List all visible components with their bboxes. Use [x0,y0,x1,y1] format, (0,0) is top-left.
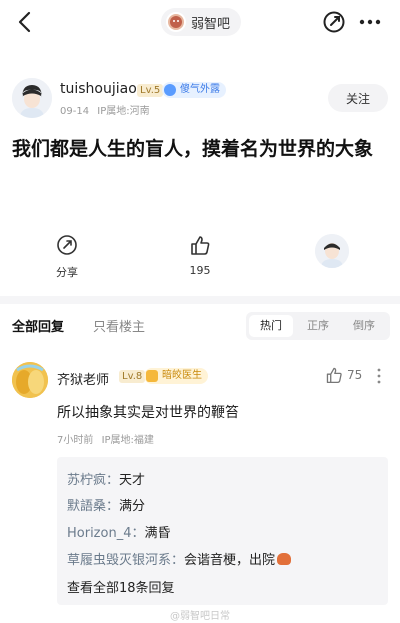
comment-avatar[interactable] [12,362,48,398]
level-badge: Lv.5 [137,84,164,97]
reply-text: 满分 [119,499,146,514]
comment-like-count: 75 [347,368,363,382]
title-badge: 傻气外露 [162,82,226,98]
more-horizontal-icon[interactable] [357,9,383,35]
comment-time: 7小时前 [57,435,94,446]
like-button[interactable]: 195 [183,234,217,277]
reply-text: 满昏 [144,526,171,541]
forum-name: 弱智吧 [191,16,231,32]
comment-title-badge-label: 暗皎医生 [162,370,202,381]
badge-icon [146,370,158,382]
tab-all-replies[interactable]: 全部回复 [12,316,64,335]
post-meta: 09-14 IP属地:河南 [60,102,150,117]
crab-emoji-icon [277,553,292,565]
post-title: 我们都是人生的盲人，摸着名为世界的大象 [12,138,374,160]
reply-text: 天才 [119,473,146,488]
reply-author: Horizon_4： [67,526,145,541]
top-bar: 弱智吧 [0,0,400,46]
sort-hot[interactable]: 热门 [249,315,293,337]
watermark: @弱智吧日常 [170,611,230,622]
section-divider [0,296,400,304]
list-item[interactable]: 默語桑：满分 [67,495,145,514]
thumbs-up-icon [326,367,342,384]
comment-meta: 7小时前 IP属地:福建 [57,431,154,446]
post-date: 09-14 [60,106,90,117]
comment-text: 所以抽象其实是对世界的鞭笞 [57,405,239,421]
forum-avatar [166,12,186,32]
author-name[interactable]: tuishoujiao [60,81,137,97]
tab-op-only[interactable]: 只看楼主 [93,316,145,335]
sort-descending[interactable]: 倒序 [342,315,386,337]
view-all-replies-link[interactable]: 查看全部18条回复 [67,577,175,596]
sort-ascending[interactable]: 正序 [296,315,340,337]
title-badge-label: 傻气外露 [180,84,220,95]
forum-pill[interactable]: 弱智吧 [161,8,241,36]
reply-author: 苏柠疯： [67,473,120,488]
badge-icon [164,84,176,96]
comment-author[interactable]: 齐狱老师 [57,369,109,388]
follow-button[interactable]: 关注 [328,84,388,112]
post-ip: IP属地:河南 [97,106,150,117]
share-icon [57,235,77,255]
share-icon[interactable] [321,9,347,35]
reply-author: 默語桑： [67,499,120,514]
more-vertical-icon[interactable] [372,367,386,385]
share-button[interactable]: 分享 [50,234,84,280]
reply-author: 草履虫毁灭银河系： [67,553,185,568]
reply-text: 会谐音梗，出院 [184,553,276,568]
reply-preview[interactable]: 苏柠疯：天才 默語桑：满分 Horizon_4：满昏 草履虫毁灭银河系：会谐音梗… [57,457,388,605]
list-item[interactable]: Horizon_4：满昏 [67,522,171,541]
comment-level-badge: Lv.8 [119,370,146,383]
chevron-left-icon[interactable] [12,8,40,36]
liker-avatar[interactable] [315,234,349,268]
thumbs-up-icon [191,236,210,255]
avatar[interactable] [12,78,52,118]
comment-title-badge: 暗皎医生 [144,368,208,384]
sort-toggle: 热门 正序 倒序 [246,312,390,340]
list-item[interactable]: 苏柠疯：天才 [67,469,145,488]
list-item[interactable]: 草履虫毁灭银河系：会谐音梗，出院 [67,549,292,568]
share-label: 分享 [56,266,78,279]
like-count: 195 [189,264,211,277]
comment-like-button[interactable]: 75 [325,366,362,384]
comment-ip: IP属地:福建 [101,435,154,446]
